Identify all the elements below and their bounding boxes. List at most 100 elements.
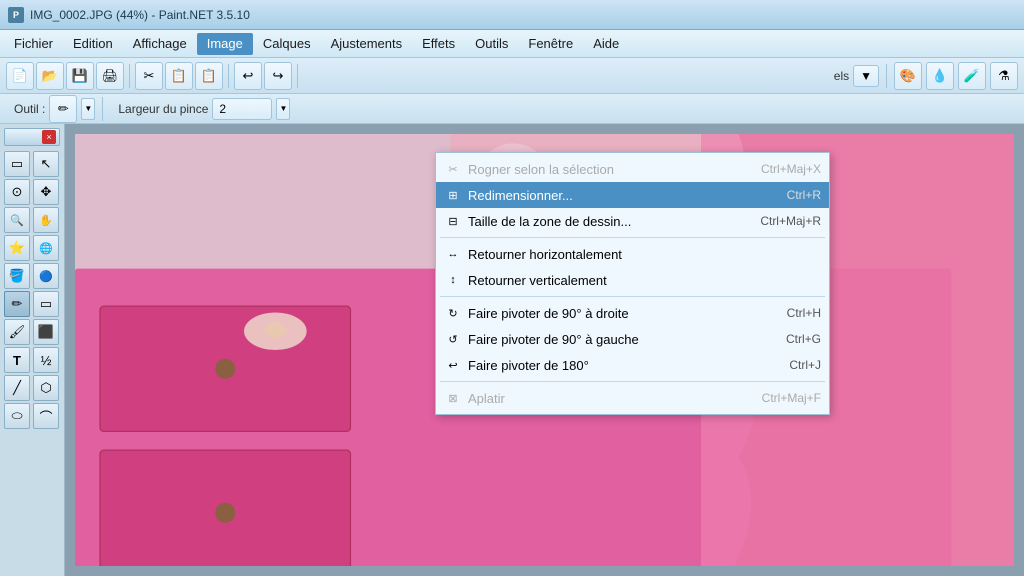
- tool-sep: [102, 97, 103, 121]
- menu-item-calques[interactable]: Calques: [253, 33, 321, 55]
- dropdown-label-aplatir: Aplatir: [468, 391, 742, 406]
- toolbar-color2[interactable]: 💧: [926, 62, 954, 90]
- tool-zoom[interactable]: 🔍: [4, 207, 30, 233]
- tool-shape[interactable]: ⬡: [33, 375, 59, 401]
- tool-brush[interactable]: 🖌: [4, 319, 30, 345]
- menu-item-aide[interactable]: Aide: [583, 33, 629, 55]
- largeur-label: Largeur du pince: [118, 102, 208, 116]
- dropdown-item-redimensionner[interactable]: ⊞Redimensionner...Ctrl+R: [436, 182, 829, 208]
- dropdown-item-pivoter-90g[interactable]: ↺Faire pivoter de 90° à gaucheCtrl+G: [436, 326, 829, 352]
- dropdown-shortcut-taille-zone: Ctrl+Maj+R: [760, 214, 821, 228]
- tool-text[interactable]: T: [4, 347, 30, 373]
- dropdown-icon-retourner-v: ↕: [444, 271, 462, 289]
- dropdown-icon-rogner: ✂: [444, 160, 462, 178]
- menu-item-outils[interactable]: Outils: [465, 33, 518, 55]
- dropdown-item-taille-zone[interactable]: ⊟ Taille de la zone de dessin... Ctrl+Maj+…: [436, 208, 829, 234]
- toolbar-redo[interactable]: ↪: [264, 62, 292, 90]
- width-arrow[interactable]: ▼: [276, 98, 290, 120]
- width-dropdown[interactable]: 2: [212, 98, 272, 120]
- window-title: IMG_0002.JPG (44%) - Paint.NET 3.5.10: [30, 8, 250, 22]
- dropdown-label-pivoter-180: Faire pivoter de 180°: [468, 358, 769, 373]
- dropdown-label-rogner: Rogner selon la sélection: [468, 162, 741, 177]
- tool-panel-close[interactable]: ×: [42, 130, 56, 144]
- dropdown-item-aplatir: ⊠ Aplatir Ctrl+Maj+F: [436, 385, 829, 411]
- toolbar-color4[interactable]: ⚗: [990, 62, 1018, 90]
- tool-paint-bucket[interactable]: 🪣: [4, 263, 30, 289]
- dropdown-label-retourner-h: Retourner horizontalement: [468, 247, 821, 262]
- toolbar-color3[interactable]: 🧪: [958, 62, 986, 90]
- dropdown-icon-pivoter-90d: ↻: [444, 304, 462, 322]
- tool-pencil-option[interactable]: ✏: [49, 95, 77, 123]
- toolbar-sep4: [886, 64, 887, 88]
- tool-line[interactable]: ╱: [4, 375, 30, 401]
- dropdown-item-retourner-v[interactable]: ↕ Retourner verticalement: [436, 267, 829, 293]
- dropdown-icon-retourner-h: ↔: [444, 245, 462, 263]
- dropdown-item-retourner-h[interactable]: ↔ Retourner horizontalement: [436, 241, 829, 267]
- toolbar-open[interactable]: 📂: [36, 62, 64, 90]
- tool-number[interactable]: ½: [33, 347, 59, 373]
- tool-pencil[interactable]: ✏: [4, 291, 30, 317]
- tool-stamp[interactable]: ⬛: [33, 319, 59, 345]
- dropdown-label-pivoter-90d: Faire pivoter de 90° à droite: [468, 306, 767, 321]
- tool-magic-wand[interactable]: ⭐: [4, 235, 30, 261]
- dropdown-label-taille-zone: Taille de la zone de dessin...: [468, 214, 740, 229]
- tool-lasso[interactable]: ⊙: [4, 179, 30, 205]
- toolbar-cut[interactable]: ✂: [135, 62, 163, 90]
- dropdown-label-pivoter-90g: Faire pivoter de 90° à gauche: [468, 332, 766, 347]
- toolbar-sep1: [129, 64, 130, 88]
- main-area: × ▭ ↖ ⊙ ✥ 🔍 ✋ ⭐ 🌐 🪣 🔵 ✏ ▭ 🖌 ⬛ T ½ ╱ ⬡ ⬭ …: [0, 124, 1024, 576]
- dropdown-shortcut-pivoter-180: Ctrl+J: [789, 358, 821, 372]
- toolbar-save[interactable]: 💾: [66, 62, 94, 90]
- menu-item-edition[interactable]: Edition: [63, 33, 123, 55]
- tool-color-pick[interactable]: 🌐: [33, 235, 59, 261]
- dropdown-icon-redimensionner: ⊞: [444, 186, 462, 204]
- tool-eraser[interactable]: ▭: [33, 291, 59, 317]
- outil-label: Outil :: [14, 102, 45, 116]
- toolbar-color1[interactable]: 🎨: [894, 62, 922, 90]
- dropdown-icon-pivoter-90g: ↺: [444, 330, 462, 348]
- toolbar-new[interactable]: 📄: [6, 62, 34, 90]
- toolbar-sep2: [228, 64, 229, 88]
- dropdown-separator: [440, 381, 825, 382]
- tool-grid: ▭ ↖ ⊙ ✥ 🔍 ✋ ⭐ 🌐 🪣 🔵 ✏ ▭ 🖌 ⬛ T ½ ╱ ⬡ ⬭ ⌒: [4, 151, 60, 429]
- menu-item-image[interactable]: Image: [197, 33, 253, 55]
- dropdown-shortcut-rogner: Ctrl+Maj+X: [761, 162, 821, 176]
- tool-dropdown-arrow[interactable]: ▼: [81, 98, 95, 120]
- dropdown-item-rogner: ✂ Rogner selon la sélection Ctrl+Maj+X: [436, 156, 829, 182]
- layers-dropdown[interactable]: ▼: [853, 65, 879, 87]
- tool-move[interactable]: ↖: [33, 151, 59, 177]
- toolbar-copy[interactable]: 📋: [165, 62, 193, 90]
- menu-item-affichage[interactable]: Affichage: [123, 33, 197, 55]
- dropdown-shortcut-pivoter-90d: Ctrl+H: [787, 306, 821, 320]
- tool-clone[interactable]: 🔵: [33, 263, 59, 289]
- dropdown-icon-pivoter-180: ↩: [444, 356, 462, 374]
- menu-bar: FichierEditionAffichageImageCalquesAjust…: [0, 30, 1024, 58]
- tool-panel: × ▭ ↖ ⊙ ✥ 🔍 ✋ ⭐ 🌐 🪣 🔵 ✏ ▭ 🖌 ⬛ T ½ ╱ ⬡ ⬭ …: [0, 124, 65, 576]
- toolbar-print[interactable]: 🖨: [96, 62, 124, 90]
- tool-freehand[interactable]: ⌒: [33, 403, 59, 429]
- dropdown-item-pivoter-90d[interactable]: ↻ Faire pivoter de 90° à droite Ctrl+H: [436, 300, 829, 326]
- layers-label: els: [834, 69, 849, 83]
- tool-pan[interactable]: ✋: [33, 207, 59, 233]
- menu-item-ajustements[interactable]: Ajustements: [321, 33, 413, 55]
- dropdown-label-retourner-v: Retourner verticalement: [468, 273, 821, 288]
- toolbar: 📄 📂 💾 🖨 ✂ 📋 📋 ↩ ↪ els ▼ 🎨 💧 🧪 ⚗: [0, 58, 1024, 94]
- toolbar-paste[interactable]: 📋: [195, 62, 223, 90]
- toolbar-right: els ▼ 🎨 💧 🧪 ⚗: [826, 62, 1018, 90]
- toolbar-undo[interactable]: ↩: [234, 62, 262, 90]
- tool-select-rect[interactable]: ▭: [4, 151, 30, 177]
- image-menu-dropdown: ✂ Rogner selon la sélection Ctrl+Maj+X ⊞Red…: [435, 152, 830, 415]
- menu-item-fenetre[interactable]: Fenêtre: [518, 33, 583, 55]
- tool-move2[interactable]: ✥: [33, 179, 59, 205]
- canvas-area: 🦋 ✂Rogner selon la sélectionCtrl+Maj+X⊞R…: [65, 124, 1024, 576]
- app-icon: P: [8, 7, 24, 23]
- dropdown-separator: [440, 296, 825, 297]
- dropdown-item-pivoter-180[interactable]: ↩ Faire pivoter de 180° Ctrl+J: [436, 352, 829, 378]
- dropdown-separator: [440, 237, 825, 238]
- menu-item-effets[interactable]: Effets: [412, 33, 465, 55]
- dropdown-shortcut-aplatir: Ctrl+Maj+F: [762, 391, 821, 405]
- dropdown-icon-aplatir: ⊠: [444, 389, 462, 407]
- tool-ellipse[interactable]: ⬭: [4, 403, 30, 429]
- dropdown-icon-taille-zone: ⊟: [444, 212, 462, 230]
- menu-item-fichier[interactable]: Fichier: [4, 33, 63, 55]
